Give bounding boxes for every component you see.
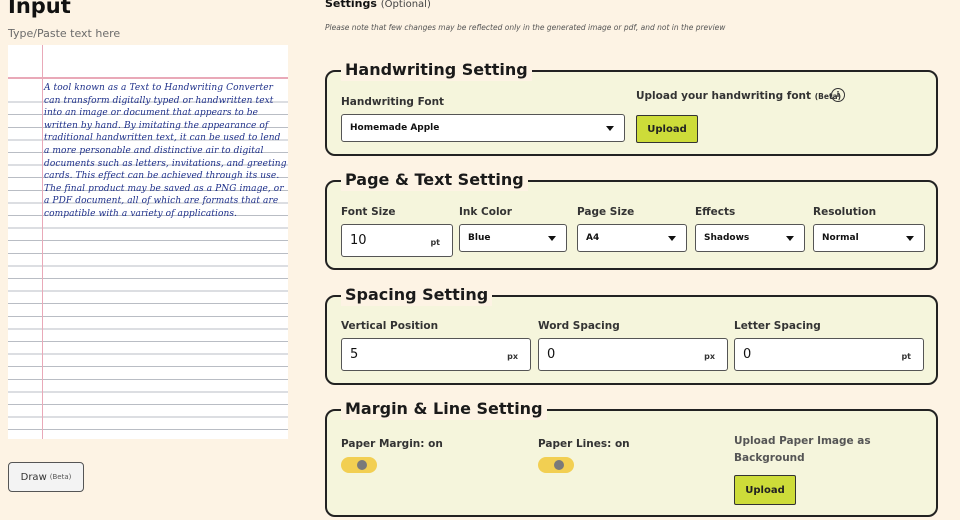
handwriting-setting-group: Handwriting Setting Handwriting Font Hom… <box>325 59 938 156</box>
toggle-knob <box>357 460 367 470</box>
chevron-down-icon <box>548 236 556 241</box>
vertical-position-value: 5 <box>350 347 359 362</box>
handwriting-font-value: Homemade Apple <box>350 123 440 133</box>
ink-color-label: Ink Color <box>459 206 512 218</box>
ink-color-value: Blue <box>468 233 491 243</box>
chevron-down-icon <box>906 236 914 241</box>
upload-font-button[interactable]: Upload <box>636 115 698 143</box>
letter-spacing-unit: pt <box>901 352 911 361</box>
settings-note: Please note that few changes may be refl… <box>325 23 726 32</box>
resolution-select[interactable]: Normal <box>813 224 925 252</box>
chevron-down-icon <box>606 126 614 131</box>
chevron-down-icon <box>786 236 794 241</box>
settings-optional: (Optional) <box>380 0 431 10</box>
letter-spacing-input[interactable]: 0 pt <box>734 338 924 371</box>
letter-spacing-value: 0 <box>743 347 752 362</box>
letter-spacing-label: Letter Spacing <box>734 320 821 332</box>
word-spacing-input[interactable]: 0 px <box>538 338 728 371</box>
effects-label: Effects <box>695 206 736 218</box>
draw-button-label: Draw <box>20 471 47 483</box>
draw-beta-badge: (Beta) <box>49 473 72 481</box>
effects-select[interactable]: Shadows <box>695 224 805 252</box>
page-size-label: Page Size <box>577 206 635 218</box>
word-spacing-value: 0 <box>547 347 556 362</box>
effects-value: Shadows <box>704 233 750 243</box>
settings-title: Settings (Optional) <box>325 0 431 10</box>
page-size-select[interactable]: A4 <box>577 224 687 252</box>
settings-title-text: Settings <box>325 0 377 10</box>
handwriting-setting-legend: Handwriting Setting <box>341 59 532 81</box>
vertical-position-label: Vertical Position <box>341 320 439 332</box>
upload-font-label-text: Upload your handwriting font <box>636 90 812 102</box>
chevron-down-icon <box>668 236 676 241</box>
resolution-value: Normal <box>822 233 859 243</box>
handwriting-font-select[interactable]: Homemade Apple <box>341 114 625 142</box>
spacing-setting-group: Spacing Setting Vertical Position 5 px W… <box>325 284 938 385</box>
handwriting-font-label: Handwriting Font <box>341 96 445 108</box>
font-size-input[interactable]: 10 pt <box>341 224 453 257</box>
vertical-position-input[interactable]: 5 px <box>341 338 531 371</box>
info-circle-icon[interactable]: i <box>831 88 845 102</box>
paper-margin-line <box>42 45 43 439</box>
upload-font-label: Upload your handwriting font (Beta) <box>636 90 841 102</box>
font-size-value: 10 <box>350 233 367 248</box>
paper-margin-toggle[interactable] <box>341 457 377 473</box>
handwriting-preview-paper[interactable]: A tool known as a Text to Handwriting Co… <box>8 45 288 439</box>
toggle-knob <box>554 460 564 470</box>
paper-margin-label: Paper Margin: on <box>341 438 443 450</box>
page-text-setting-legend: Page & Text Setting <box>341 169 528 191</box>
paper-lines-label: Paper Lines: on <box>538 438 630 450</box>
page-size-value: A4 <box>586 233 600 243</box>
font-size-unit: pt <box>430 238 440 247</box>
page-text-setting-group: Page & Text Setting Font Size 10 pt Ink … <box>325 169 938 270</box>
ink-color-select[interactable]: Blue <box>459 224 567 252</box>
handwriting-text-area[interactable]: A tool known as a Text to Handwriting Co… <box>44 82 288 221</box>
paper-lines-toggle[interactable] <box>538 457 574 473</box>
font-size-label: Font Size <box>341 206 396 218</box>
word-spacing-label: Word Spacing <box>538 320 620 332</box>
margin-line-setting-group: Margin & Line Setting Paper Margin: on P… <box>325 398 938 517</box>
resolution-label: Resolution <box>813 206 877 218</box>
paper-top-line <box>8 77 288 79</box>
margin-line-setting-legend: Margin & Line Setting <box>341 398 547 420</box>
spacing-setting-legend: Spacing Setting <box>341 284 493 306</box>
vertical-position-unit: px <box>507 352 518 361</box>
input-subtitle: Type/Paste text here <box>8 27 121 40</box>
word-spacing-unit: px <box>704 352 715 361</box>
upload-background-button[interactable]: Upload <box>734 475 796 505</box>
upload-background-label: Upload Paper Image as Background <box>734 435 871 464</box>
input-title: Input <box>8 0 71 18</box>
draw-button[interactable]: Draw (Beta) <box>8 462 84 492</box>
